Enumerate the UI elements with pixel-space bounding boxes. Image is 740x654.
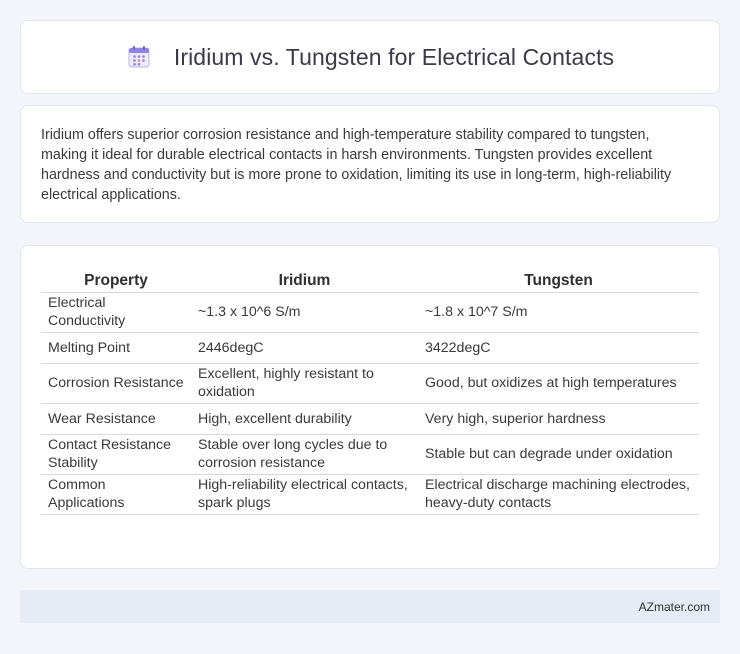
footer-source-link[interactable]: AZmater.com bbox=[639, 600, 710, 614]
summary-text: Iridium offers superior corrosion resist… bbox=[41, 127, 672, 203]
cell-iridium: Stable over long cycles due to corrosion… bbox=[191, 434, 418, 475]
cell-property: Contact Resistance Stability bbox=[41, 434, 191, 475]
cell-iridium: Excellent, highly resistant to oxidation bbox=[191, 363, 418, 404]
cell-tungsten: ~1.8 x 10^7 S/m bbox=[418, 292, 699, 333]
comparison-table-card: Property Iridium Tungsten Electrical Con… bbox=[20, 245, 720, 569]
cell-tungsten: Very high, superior hardness bbox=[418, 403, 699, 435]
calendar-icon bbox=[126, 44, 152, 70]
cell-tungsten: Good, but oxidizes at high temperatures bbox=[418, 363, 699, 404]
cell-property: Wear Resistance bbox=[41, 403, 191, 435]
cell-iridium: High, excellent durability bbox=[191, 403, 418, 435]
cell-tungsten: Stable but can degrade under oxidation bbox=[418, 434, 699, 475]
cell-tungsten: Electrical discharge machining electrode… bbox=[418, 474, 699, 515]
header-iridium: Iridium bbox=[191, 266, 418, 293]
cell-property: Common Applications bbox=[41, 474, 191, 515]
cell-iridium: 2446degC bbox=[191, 332, 418, 364]
table-header-row: Property Iridium Tungsten bbox=[41, 266, 699, 293]
cell-property: Corrosion Resistance bbox=[41, 363, 191, 404]
cell-property: Electrical Conductivity bbox=[41, 292, 191, 333]
table-row: Wear Resistance High, excellent durabili… bbox=[41, 403, 699, 435]
table-row: Corrosion Resistance Excellent, highly r… bbox=[41, 363, 699, 404]
footer: AZmater.com bbox=[20, 590, 720, 623]
cell-tungsten: 3422degC bbox=[418, 332, 699, 364]
header-property: Property bbox=[41, 266, 191, 293]
cell-property: Melting Point bbox=[41, 332, 191, 364]
cell-iridium: ~1.3 x 10^6 S/m bbox=[191, 292, 418, 333]
title-card: Iridium vs. Tungsten for Electrical Cont… bbox=[20, 20, 720, 94]
table-row: Contact Resistance Stability Stable over… bbox=[41, 434, 699, 475]
table-row: Common Applications High-reliability ele… bbox=[41, 474, 699, 515]
cell-iridium: High-reliability electrical contacts, sp… bbox=[191, 474, 418, 515]
comparison-table: Property Iridium Tungsten Electrical Con… bbox=[41, 266, 699, 515]
page-title: Iridium vs. Tungsten for Electrical Cont… bbox=[173, 43, 615, 70]
header-tungsten: Tungsten bbox=[418, 266, 699, 293]
table-row: Electrical Conductivity ~1.3 x 10^6 S/m … bbox=[41, 292, 699, 333]
table-row: Melting Point 2446degC 3422degC bbox=[41, 332, 699, 364]
summary-card: Iridium offers superior corrosion resist… bbox=[20, 105, 720, 223]
